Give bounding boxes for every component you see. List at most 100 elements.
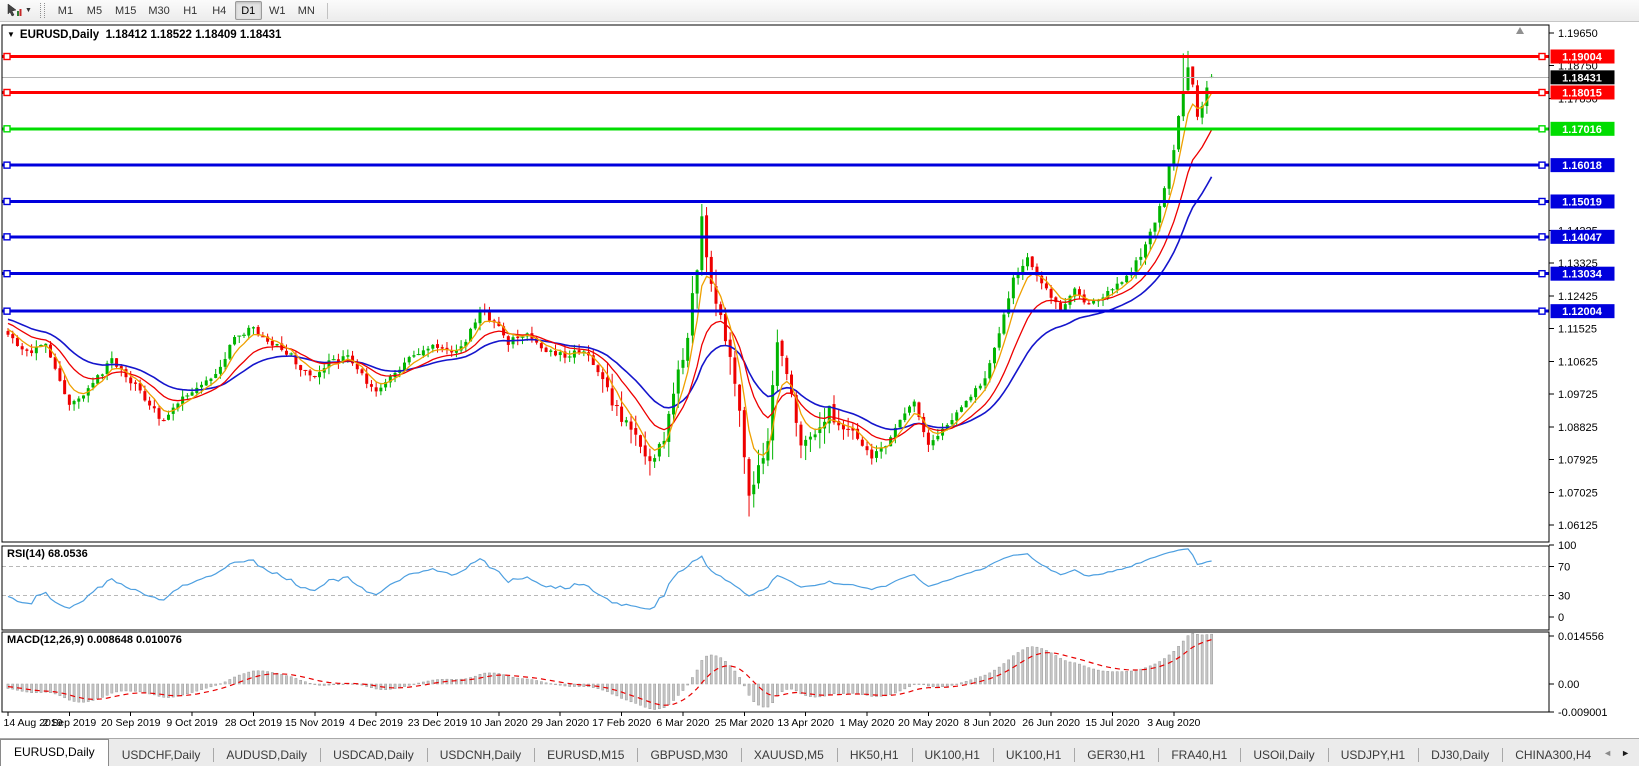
tab-scroll-arrows: ◄ ► xyxy=(1597,740,1639,766)
hline-1.19004[interactable] xyxy=(2,54,1549,60)
hline-handle-right[interactable] xyxy=(1539,89,1545,95)
rsi-indicator-label: RSI(14) 68.0536 xyxy=(7,548,88,560)
date-tick-label: 17 Feb 2020 xyxy=(592,717,651,729)
hline-1.13034[interactable] xyxy=(2,271,1549,277)
timeframe-button-m1[interactable]: M1 xyxy=(52,1,79,20)
chart-tab-eurusd-m15[interactable]: EURUSD,M15 xyxy=(534,744,637,766)
timeframe-button-m15[interactable]: M15 xyxy=(110,1,141,20)
price-tick-label: 1.11525 xyxy=(1558,324,1597,336)
date-axis[interactable]: 14 Aug 20192 Sep 201920 Sep 20199 Oct 20… xyxy=(4,712,1201,729)
chart-tab-uk100-h1[interactable]: UK100,H1 xyxy=(993,744,1074,766)
timeframe-button-w1[interactable]: W1 xyxy=(264,1,291,20)
chart-tab-gbpusd-m30[interactable]: GBPUSD,M30 xyxy=(637,744,740,766)
macd-histogram xyxy=(7,633,1213,709)
timeframe-button-mn[interactable]: MN xyxy=(293,1,320,20)
tab-scroll-left-icon[interactable]: ◄ xyxy=(1603,748,1612,758)
hline-1.18015[interactable] xyxy=(2,89,1549,95)
current-price-tag: 1.18431 xyxy=(1551,70,1615,84)
date-tick-label: 8 Jun 2020 xyxy=(964,717,1016,729)
hline-1.15019[interactable] xyxy=(2,198,1549,204)
chart-tab-eurusd-daily[interactable]: EURUSD,Daily xyxy=(0,739,109,766)
chart-canvas[interactable]: 1.196501.187501.178501.142251.133251.124… xyxy=(0,22,1639,738)
timeframe-buttons-group: M1M5M15M30H1H4D1W1MN xyxy=(51,1,321,20)
macd-frame xyxy=(2,632,1549,712)
date-tick-label: 25 Mar 2020 xyxy=(715,717,774,729)
chart-tab-bar: EURUSD,DailyUSDCHF,DailyAUDUSD,DailyUSDC… xyxy=(0,738,1639,766)
timeframe-button-m30[interactable]: M30 xyxy=(143,1,174,20)
chart-tab-china300-h4[interactable]: CHINA300,H4 xyxy=(1502,744,1604,766)
price-tag-1.15019: 1.15019 xyxy=(1551,194,1615,208)
candlesticks xyxy=(7,51,1214,517)
date-tick-label: 10 Jan 2020 xyxy=(470,717,528,729)
macd-panel[interactable] xyxy=(7,633,1213,709)
price-tick-label: 1.06125 xyxy=(1558,520,1598,532)
toolbar-grip[interactable] xyxy=(40,3,45,18)
hline-handle-left[interactable] xyxy=(4,308,10,314)
timeframe-button-h1[interactable]: H1 xyxy=(177,1,204,20)
hline-handle-right[interactable] xyxy=(1539,198,1545,204)
chart-tab-hk50-h1[interactable]: HK50,H1 xyxy=(837,744,912,766)
hline-handle-right[interactable] xyxy=(1539,271,1545,277)
rsi-line xyxy=(8,549,1212,609)
date-tick-label: 4 Dec 2019 xyxy=(349,717,403,729)
svg-text:1.18015: 1.18015 xyxy=(1562,87,1602,99)
timeframe-button-m5[interactable]: M5 xyxy=(81,1,108,20)
hline-handle-right[interactable] xyxy=(1539,126,1545,132)
chart-tab-ger30-h1[interactable]: GER30,H1 xyxy=(1074,744,1158,766)
main-price-plot[interactable] xyxy=(2,51,1549,517)
timeframe-button-h4[interactable]: H4 xyxy=(206,1,233,20)
chart-cursor-icon xyxy=(6,3,22,18)
chart-tab-usoil-daily[interactable]: USOil,Daily xyxy=(1240,744,1327,766)
chart-tab-dj30-daily[interactable]: DJ30,Daily xyxy=(1418,744,1502,766)
date-tick-label: 13 Apr 2020 xyxy=(777,717,834,729)
hline-handle-left[interactable] xyxy=(4,54,10,60)
price-tick-label: 1.08825 xyxy=(1558,422,1598,434)
chart-tab-usdjpy-h1[interactable]: USDJPY,H1 xyxy=(1328,744,1418,766)
collapse-ohlc-icon[interactable]: ▼ xyxy=(7,30,15,39)
chart-tab-fra40-h1[interactable]: FRA40,H1 xyxy=(1158,744,1240,766)
chart-tab-uk100-h1[interactable]: UK100,H1 xyxy=(912,744,993,766)
hline-handle-left[interactable] xyxy=(4,126,10,132)
price-tick-label: 1.09725 xyxy=(1558,389,1598,401)
hline-1.14047[interactable] xyxy=(2,234,1549,240)
chevron-down-icon: ▼ xyxy=(25,7,32,14)
hline-handle-left[interactable] xyxy=(4,234,10,240)
macd-indicator-label: MACD(12,26,9) 0.008648 0.010076 xyxy=(7,634,182,646)
date-tick-label: 20 Sep 2019 xyxy=(101,717,161,729)
price-tag-1.18015: 1.18015 xyxy=(1551,85,1615,99)
chart-tab-xauusd-m5[interactable]: XAUUSD,M5 xyxy=(741,744,837,766)
svg-text:1.13034: 1.13034 xyxy=(1562,269,1603,281)
hline-handle-left[interactable] xyxy=(4,89,10,95)
chart-tab-audusd-daily[interactable]: AUDUSD,Daily xyxy=(213,744,320,766)
hline-1.12004[interactable] xyxy=(2,308,1549,314)
price-tag-1.16018: 1.16018 xyxy=(1551,158,1615,172)
ma-slow-line[interactable] xyxy=(8,177,1212,430)
rsi-panel[interactable] xyxy=(2,549,1549,609)
price-tick-label: 1.07925 xyxy=(1558,455,1598,467)
svg-text:1.14047: 1.14047 xyxy=(1562,232,1602,244)
chart-tabs-group: EURUSD,DailyUSDCHF,DailyAUDUSD,DailyUSDC… xyxy=(0,739,1639,766)
price-tick-label: 1.19650 xyxy=(1558,28,1598,40)
chart-tab-usdchf-daily[interactable]: USDCHF,Daily xyxy=(109,744,214,766)
hline-handle-left[interactable] xyxy=(4,198,10,204)
rsi-tick-label: 0 xyxy=(1558,612,1564,624)
hline-handle-right[interactable] xyxy=(1539,308,1545,314)
tab-scroll-right-icon[interactable]: ► xyxy=(1621,748,1630,758)
chart-tab-usdcad-daily[interactable]: USDCAD,Daily xyxy=(320,744,427,766)
chart-cursor-tool-button[interactable]: ▼ xyxy=(3,2,35,19)
hline-handle-left[interactable] xyxy=(4,271,10,277)
chart-tab-usdcnh-daily[interactable]: USDCNH,Daily xyxy=(427,744,534,766)
hline-1.16018[interactable] xyxy=(2,162,1549,168)
price-tag-1.14047: 1.14047 xyxy=(1551,230,1615,244)
price-axis[interactable]: 1.196501.187501.178501.142251.133251.124… xyxy=(1549,28,1615,719)
ma-mid-line[interactable] xyxy=(8,130,1212,440)
price-tick-label: 1.10625 xyxy=(1558,356,1598,368)
hline-handle-right[interactable] xyxy=(1539,234,1545,240)
hline-handle-right[interactable] xyxy=(1539,162,1545,168)
price-tag-1.17016: 1.17016 xyxy=(1551,122,1615,136)
hline-1.17016[interactable] xyxy=(2,126,1549,132)
hline-handle-right[interactable] xyxy=(1539,54,1545,60)
timeframe-button-d1[interactable]: D1 xyxy=(235,1,262,20)
scroll-to-end-marker[interactable] xyxy=(1516,27,1524,34)
hline-handle-left[interactable] xyxy=(4,162,10,168)
